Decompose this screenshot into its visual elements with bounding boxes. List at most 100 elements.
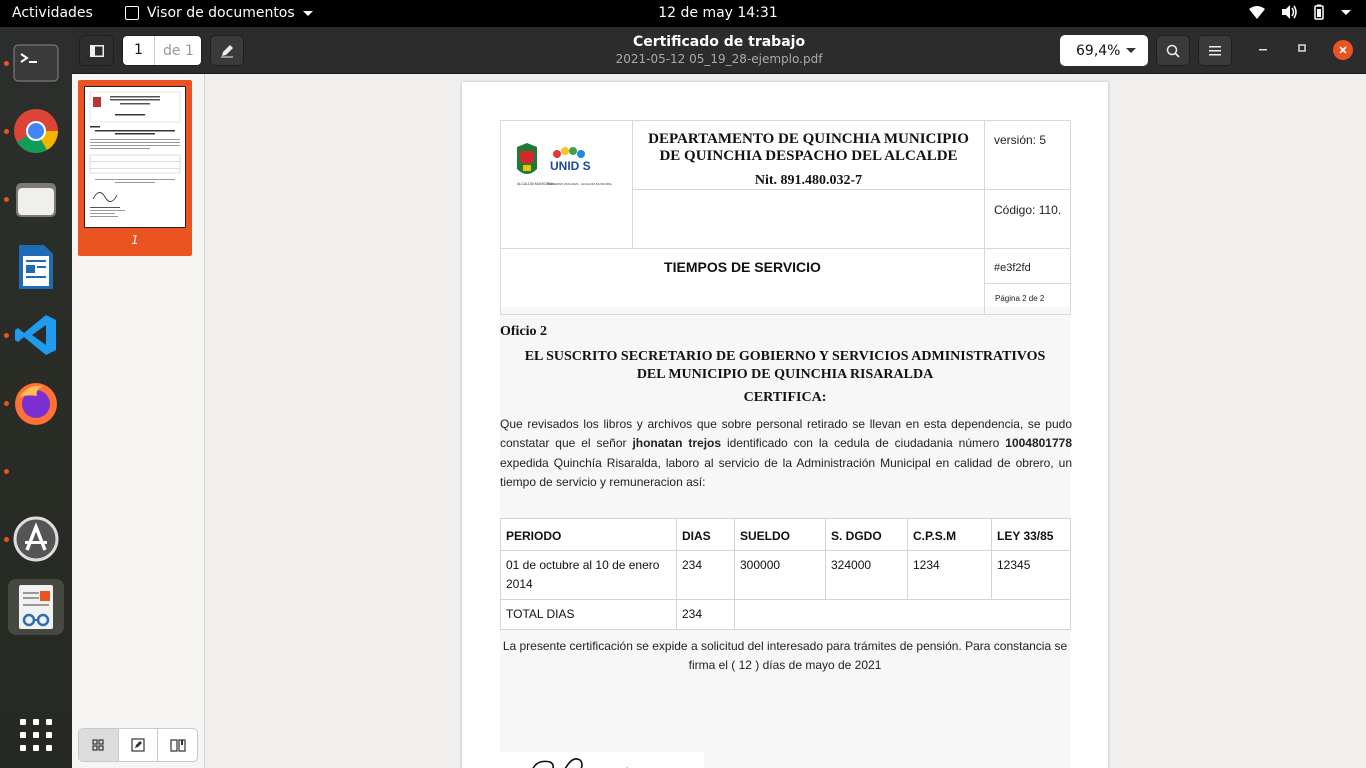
search-icon [1166,44,1180,58]
heading-line-1: EL SUSCRITO SECRETARIO DE GOBIERNO Y SER… [524,349,1046,364]
pdf-page: ALCALDÍA MUNICIPAL UNID S GOBIERNO 2020-… [462,82,1108,768]
main-menu-button[interactable] [1198,35,1232,66]
total-value: 234 [676,599,735,630]
codigo-cell: Código: 110. [984,189,1071,249]
system-tray[interactable] [1248,4,1352,20]
heading-line-2: DEL MUNICIPIO DE QUINCHIA RISARALDA [636,367,934,382]
app-grid-icon [20,719,52,751]
certifica-label: CERTIFICA: [743,390,827,405]
software-launcher[interactable] [8,511,64,567]
pagina-label: Página 2 de 2 [995,294,1045,303]
table-total-row: TOTAL DIAS 234 [500,599,1071,630]
thumbnail-preview [89,91,181,217]
close-icon [1339,46,1347,54]
files-icon [16,183,56,217]
volume-icon [1282,5,1297,19]
document-view[interactable]: ALCALDÍA MUNICIPAL UNID S GOBIERNO 2020-… [205,74,1366,768]
oficio-label: Oficio 2 [500,324,548,339]
org-name-cell-extension [632,189,985,249]
hash-label: #e3f2fd [994,262,1031,274]
service-table: PERIODO DIAS SUELDO S. DGDO C.P.S.M LEY … [500,518,1071,630]
person-name: jhonatan trejos [632,436,722,451]
document-viewer-icon [19,585,53,629]
bookmarks-tab[interactable] [158,729,197,761]
logo-caption-right: GOBIERNO 2020-2023 · ALCALDÍA MUNICIPAL [547,182,612,186]
cell-cpsm: 1234 [907,550,992,600]
nit-number: Nit. 891.480.032-7 [754,173,863,188]
software-icon [13,516,59,562]
writer-icon [19,245,53,289]
zoom-value: 69,4% [1076,42,1121,59]
book-icon [170,738,186,752]
closing-line-1: La presente certificación se expide a so… [502,639,1068,653]
certificate-heading: EL SUSCRITO SECRETARIO DE GOBIERNO Y SER… [500,348,1070,384]
grid-icon [92,739,104,751]
paragraph-part-3: expedida Quinchía Risaralda, laboro al s… [500,455,1072,490]
files-launcher[interactable] [8,171,64,227]
signature-area [500,752,704,768]
cell-periodo: 01 de octubre al 10 de enero 2014 [500,550,677,600]
thumbnail-page-number: 1 [131,233,139,247]
dock [0,27,72,768]
document-viewer-window: 1 de 1 Certificado de trabajo 2021-05-12… [72,27,1366,768]
org-name-cell: DEPARTAMENTO DE QUINCHIA MUNICIPIO DE QU… [632,120,985,190]
terminal-icon [13,44,59,82]
paragraph-part-2: identificado con la cedula de ciudadania… [721,436,1006,451]
col-header-dias: DIAS [676,518,735,551]
annotations-tab[interactable] [119,729,159,761]
page-thumbnail-selected[interactable]: 1 [78,80,192,256]
org-line-1: DEPARTAMENTO DE QUINCHIA MUNICIPIO [648,131,969,147]
hamburger-icon [1209,45,1221,55]
col-header-periodo: PERIODO [500,518,677,551]
search-button[interactable] [1156,35,1190,66]
thumbnails-tab[interactable] [79,729,119,761]
chevron-down-icon [1126,48,1136,53]
header-bar: 1 de 1 Certificado de trabajo 2021-05-12… [72,27,1366,74]
show-applications-button[interactable] [8,707,64,763]
close-button[interactable] [1333,40,1353,60]
cell-s-dgdo: 324000 [825,550,908,600]
col-header-ley: LEY 33/85 [991,518,1071,551]
battery-icon [1314,4,1324,20]
table-row: 01 de octubre al 10 de enero 2014 234 30… [500,550,1071,600]
clock[interactable]: 12 de may 14:31 [0,5,1366,21]
cell-dias: 234 [676,550,735,600]
total-label: TOTAL DIAS [500,599,677,630]
municipal-logo: ALCALDÍA MUNICIPAL UNID S GOBIERNO 2020-… [517,143,612,186]
vscode-launcher[interactable] [8,307,64,363]
total-empty-cell [734,599,1071,630]
maximize-button[interactable] [1297,41,1307,57]
id-number: 1004801778 [1005,436,1073,451]
terminal-launcher[interactable] [8,35,64,91]
table-header-row: PERIODO DIAS SUELDO S. DGDO C.P.S.M LEY … [500,518,1071,551]
chrome-icon [14,109,58,153]
hash-cell: #e3f2fd [984,248,1071,284]
section-title: TIEMPOS DE SERVICIO [664,259,821,275]
version-label: versión: 5 [994,133,1047,147]
col-header-cpsm: C.P.S.M [907,518,992,551]
firefox-launcher[interactable] [8,375,64,431]
sidebar-view-switcher [78,728,198,762]
certificate-paragraph: Que revisados los libros y archivos que … [500,415,1072,493]
top-bar: Actividades Visor de documentos 12 de ma… [0,0,1366,27]
cell-ley: 12345 [991,550,1071,600]
logo-cell: ALCALDÍA MUNICIPAL UNID S GOBIERNO 2020-… [500,120,633,249]
writer-launcher[interactable] [8,239,64,295]
section-title-cell: TIEMPOS DE SERVICIO [500,248,985,315]
page-thumbnail [84,86,186,228]
col-header-sueldo: SUELDO [734,518,826,551]
closing-line-2: firma el ( 12 ) días de mayo de 2021 [688,658,882,672]
cell-sueldo: 300000 [734,550,826,600]
firefox-icon [15,383,57,425]
signature-image [532,758,628,768]
wifi-icon [1249,6,1265,19]
minimize-button[interactable] [1258,41,1268,57]
system-menu-chevron-icon [1341,10,1351,15]
zoom-select[interactable]: 69,4% [1060,35,1148,66]
document-viewer-launcher[interactable] [8,579,64,635]
codigo-label: Código: 110. [994,203,1062,217]
chrome-launcher[interactable] [8,103,64,159]
unidos-logo-text: UNID S [550,159,591,173]
col-header-s-dgdo: S. DGDO [825,518,908,551]
running-indicator [4,469,9,474]
